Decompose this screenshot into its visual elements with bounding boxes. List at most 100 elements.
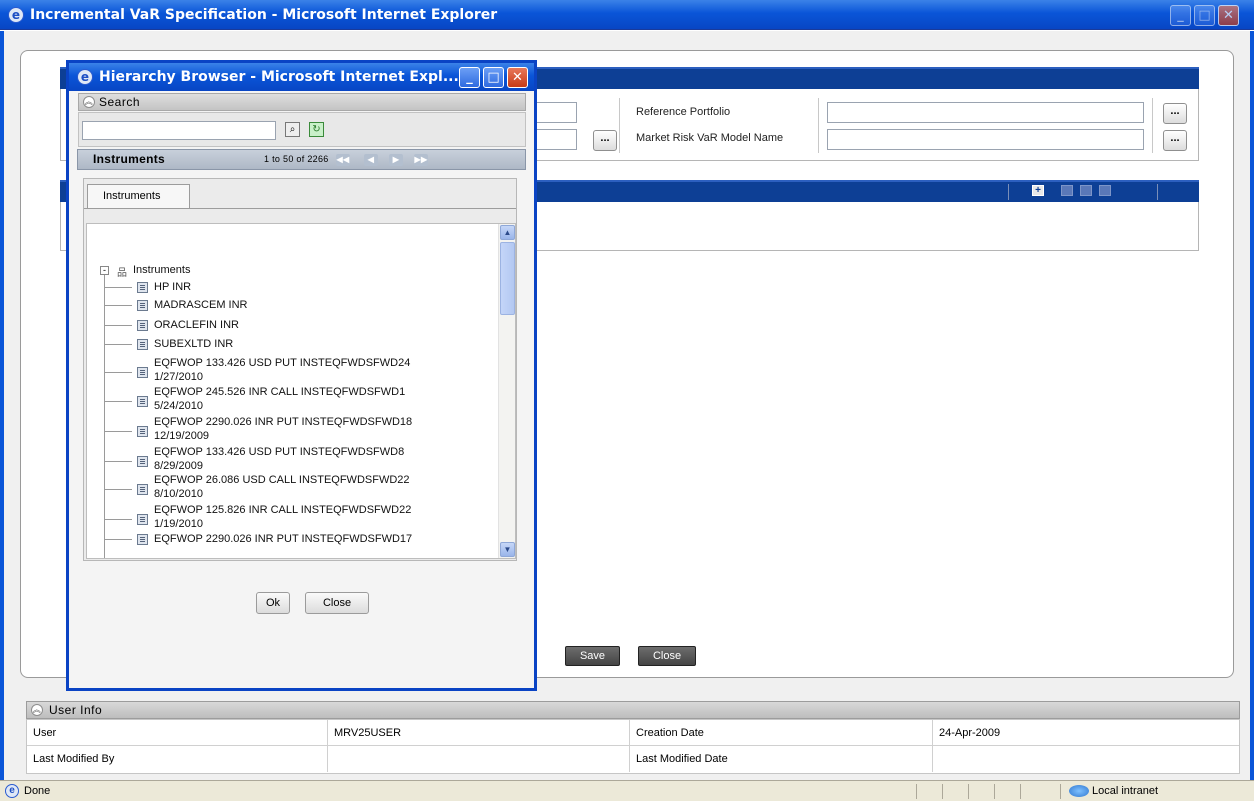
close-window-button[interactable]: ✕ bbox=[1218, 5, 1239, 26]
collapse-chevron-icon[interactable]: ︽ bbox=[83, 96, 95, 108]
tree-connector bbox=[104, 325, 132, 326]
market-risk-lookup-button[interactable]: ... bbox=[1163, 130, 1187, 151]
tree-root-label[interactable]: Instruments bbox=[133, 264, 190, 277]
search-panel: ⌕ ↻ bbox=[78, 112, 526, 147]
tree-connector bbox=[104, 489, 132, 490]
instruments-title: Instruments bbox=[93, 152, 165, 166]
zone-text: Local intranet bbox=[1092, 785, 1159, 797]
last-page-icon[interactable]: ▶▶ bbox=[414, 154, 428, 166]
tree-item-date: 1/27/2010 bbox=[154, 371, 203, 383]
status-divider bbox=[968, 784, 969, 799]
status-text: Done bbox=[24, 785, 51, 797]
scroll-down-icon[interactable]: ▼ bbox=[500, 542, 515, 557]
instrument-leaf-icon bbox=[137, 282, 148, 293]
status-divider bbox=[942, 784, 943, 799]
pager-text: 1 to 50 of 2266 bbox=[264, 154, 329, 164]
status-bar: e Done Local intranet bbox=[0, 780, 1254, 801]
instruments-header: Instruments 1 to 50 of 2266 ◀◀ ◀ ▶ ▶▶ bbox=[77, 149, 526, 170]
instrument-leaf-icon bbox=[137, 339, 148, 350]
tree-connector bbox=[104, 372, 132, 373]
tab-instruments[interactable]: Instruments bbox=[87, 184, 190, 209]
popup-close-button[interactable]: ✕ bbox=[507, 67, 528, 88]
tree-item-label[interactable]: EQFWOP 133.426 USD PUT INSTEQFWDSFWD8 bbox=[154, 446, 404, 459]
search-title: Search bbox=[99, 95, 141, 109]
edit-icon[interactable] bbox=[1080, 185, 1092, 196]
market-risk-var-model-label: Market Risk VaR Model Name bbox=[636, 132, 784, 144]
tab-underline bbox=[84, 208, 516, 209]
scroll-up-icon[interactable]: ▲ bbox=[500, 225, 515, 240]
tree-item-label[interactable]: HP INR bbox=[154, 281, 191, 294]
view-icon[interactable] bbox=[1061, 185, 1073, 196]
hierarchy-browser-window: e Hierarchy Browser - Microsoft Internet… bbox=[66, 60, 537, 691]
status-divider bbox=[1060, 784, 1061, 799]
intranet-globe-icon bbox=[1069, 785, 1089, 797]
instrument-leaf-icon bbox=[137, 396, 148, 407]
tree-connector bbox=[104, 305, 132, 306]
tree-item-label[interactable]: EQFWOP 245.526 INR CALL INSTEQFWDSFWD1 bbox=[154, 386, 405, 399]
scroll-thumb[interactable] bbox=[500, 242, 515, 315]
maximize-button[interactable]: □ bbox=[1194, 5, 1215, 26]
last-modified-by-value bbox=[328, 746, 630, 772]
next-page-icon[interactable]: ▶ bbox=[389, 154, 403, 166]
tree-item-date: 5/24/2010 bbox=[154, 400, 203, 412]
instrument-leaf-icon bbox=[137, 484, 148, 495]
divider bbox=[818, 98, 819, 153]
tree-item-label[interactable]: EQFWOP 125.826 INR CALL INSTEQFWDSFWD22 bbox=[154, 504, 411, 517]
divider bbox=[1152, 98, 1153, 153]
search-input[interactable] bbox=[82, 121, 276, 140]
tree-scrollbar[interactable]: ▲ ▼ bbox=[498, 224, 515, 558]
ie-icon: e bbox=[8, 7, 24, 23]
reference-portfolio-lookup-button[interactable]: ... bbox=[1163, 103, 1187, 124]
minimize-button[interactable]: _ bbox=[1170, 5, 1191, 26]
user-value: MRV25USER bbox=[328, 720, 630, 746]
tree-item-label[interactable]: ORACLEFIN INR bbox=[154, 319, 239, 332]
delete-icon[interactable] bbox=[1099, 185, 1111, 196]
reference-portfolio-field[interactable] bbox=[827, 102, 1144, 123]
tree-connector bbox=[104, 431, 132, 432]
popup-title: Hierarchy Browser - Microsoft Internet E… bbox=[99, 69, 459, 85]
creation-date-label: Creation Date bbox=[630, 720, 933, 746]
popup-title-bar: e Hierarchy Browser - Microsoft Internet… bbox=[69, 63, 534, 91]
instrument-leaf-icon bbox=[137, 456, 148, 467]
close-button[interactable]: Close bbox=[638, 646, 696, 666]
prev-page-icon[interactable]: ◀ bbox=[364, 154, 378, 166]
main-window-title: Incremental VaR Specification - Microsof… bbox=[30, 7, 498, 23]
popup-close-button-bottom[interactable]: Close bbox=[305, 592, 369, 614]
user-label: User bbox=[27, 720, 328, 746]
search-icon[interactable]: ⌕ bbox=[285, 122, 300, 137]
toolbar-divider bbox=[1008, 184, 1009, 200]
popup-minimize-button[interactable]: _ bbox=[459, 67, 480, 88]
search-header[interactable]: ︽ Search bbox=[78, 93, 526, 111]
tree-item-date: 8/10/2010 bbox=[154, 488, 203, 500]
save-button[interactable]: Save bbox=[565, 646, 620, 666]
first-page-icon[interactable]: ◀◀ bbox=[336, 154, 350, 166]
add-row-icon[interactable]: + bbox=[1032, 185, 1044, 196]
refresh-icon[interactable]: ↻ bbox=[309, 122, 324, 137]
tree-item-label[interactable]: EQFWOP 26.086 USD CALL INSTEQFWDSFWD22 bbox=[154, 474, 410, 487]
collapse-chevron-icon[interactable]: ︽ bbox=[31, 704, 43, 716]
ie-icon: e bbox=[77, 69, 93, 85]
tree-item-date: 1/19/2010 bbox=[154, 518, 203, 530]
tree-item-date: 8/29/2009 bbox=[154, 460, 203, 472]
ok-button[interactable]: Ok bbox=[256, 592, 290, 614]
tree-item-label[interactable]: EQFWOP 2290.026 INR PUT INSTEQFWDSFWD17 bbox=[154, 533, 412, 546]
user-info-title: User Info bbox=[49, 703, 103, 717]
popup-maximize-button[interactable]: □ bbox=[483, 67, 504, 88]
last-modified-date-label: Last Modified Date bbox=[630, 746, 933, 772]
creation-date-value: 24-Apr-2009 bbox=[933, 720, 1239, 746]
tree-item-date: 12/19/2009 bbox=[154, 430, 210, 442]
tree-item-label[interactable]: EQFWOP 2290.026 INR PUT INSTEQFWDSFWD18 bbox=[154, 416, 412, 429]
toolbar-divider bbox=[1157, 184, 1158, 200]
tree-item-label[interactable]: EQFWOP 133.426 USD PUT INSTEQFWDSFWD24 bbox=[154, 357, 410, 370]
lookup-button-1[interactable]: ... bbox=[593, 130, 617, 151]
tree-item-label[interactable]: MADRASCEM INR bbox=[154, 299, 248, 312]
instrument-leaf-icon bbox=[137, 367, 148, 378]
collapse-node-icon[interactable]: - bbox=[100, 266, 109, 275]
instrument-leaf-icon bbox=[137, 320, 148, 331]
user-info-header[interactable]: ︽ User Info bbox=[26, 701, 1240, 719]
market-risk-var-model-field[interactable] bbox=[827, 129, 1144, 150]
tree-connector bbox=[104, 275, 105, 558]
tree-item-label[interactable]: SUBEXLTD INR bbox=[154, 338, 233, 351]
status-divider bbox=[916, 784, 917, 799]
tree-connector bbox=[104, 539, 132, 540]
